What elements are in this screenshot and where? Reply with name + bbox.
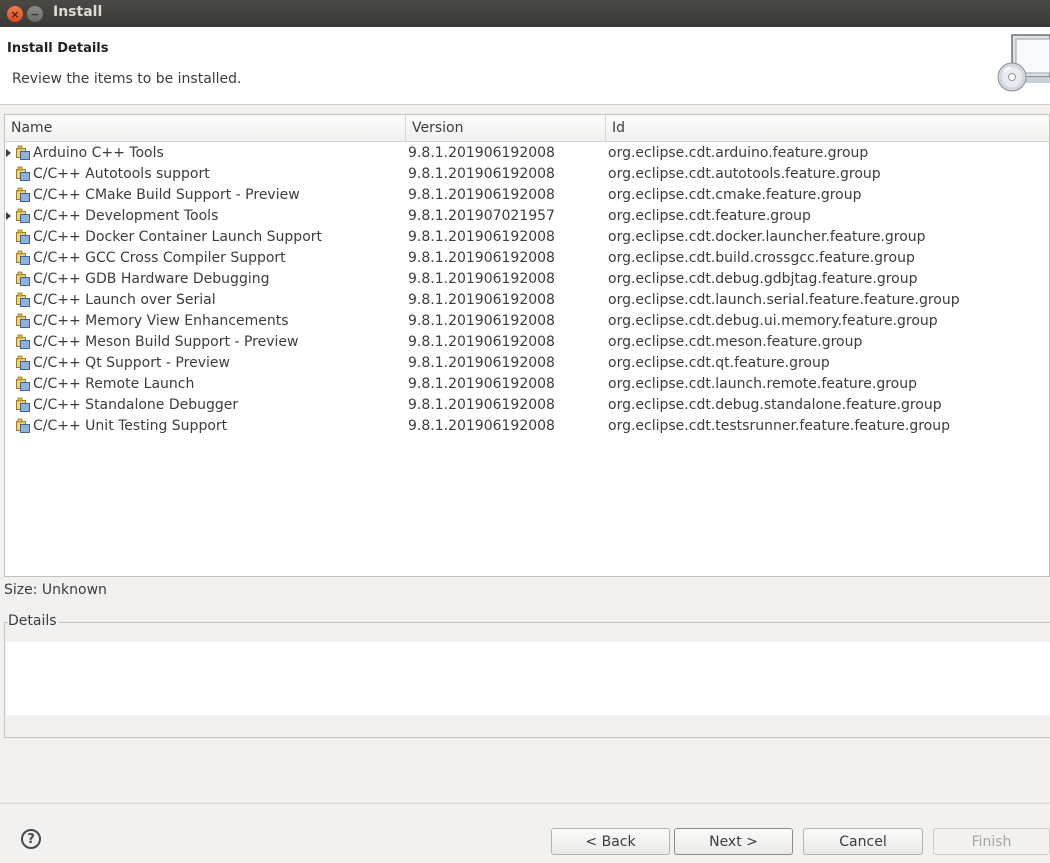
feature-plugin-icon [16,334,30,349]
table-row[interactable]: C/C++ Standalone Debugger 9.8.1.201906192… [5,395,1049,416]
row-version: 9.8.1.201906192008 [408,166,555,182]
row-name: C/C++ GCC Cross Compiler Support [33,250,286,266]
header-banner: Install Details Review the items to be i… [0,27,1050,105]
row-version: 9.8.1.201906192008 [408,376,555,392]
help-icon[interactable]: ? [21,829,41,849]
row-name: C/C++ Development Tools [33,208,219,224]
row-version: 9.8.1.201907021957 [408,208,555,224]
row-version: 9.8.1.201906192008 [408,355,555,371]
row-id: org.eclipse.cdt.autotools.feature.group [608,166,881,182]
row-version: 9.8.1.201906192008 [408,418,555,434]
feature-plugin-icon [16,208,30,223]
row-version: 9.8.1.201906192008 [408,187,555,203]
row-id: org.eclipse.cdt.launch.remote.feature.gr… [608,376,917,392]
table-row[interactable]: C/C++ Memory View Enhancements 9.8.1.2019… [5,311,1049,332]
row-version: 9.8.1.201906192008 [408,250,555,266]
row-name: C/C++ Remote Launch [33,376,195,392]
column-header-id[interactable]: Id [606,115,1050,142]
row-name: C/C++ Standalone Debugger [33,397,239,413]
minimize-window-icon[interactable]: − [27,6,43,22]
table-row[interactable]: C/C++ Meson Build Support - Preview 9.8.1… [5,332,1049,353]
feature-plugin-icon [16,397,30,412]
table-row[interactable]: C/C++ GDB Hardware Debugging 9.8.1.201906… [5,269,1049,290]
table-row[interactable]: C/C++ CMake Build Support - Preview 9.8.1… [5,185,1049,206]
feature-plugin-icon [16,187,30,202]
column-header-version[interactable]: Version [406,115,606,142]
row-name: C/C++ Launch over Serial [33,292,216,308]
close-window-icon[interactable]: × [7,6,23,22]
column-header-name[interactable]: Name [5,115,406,142]
row-name: C/C++ Docker Container Launch Support [33,229,323,245]
row-id: org.eclipse.cdt.launch.serial.feature.fe… [608,292,960,308]
row-version: 9.8.1.201906192008 [408,229,555,245]
next-button[interactable]: Next > [674,828,793,855]
table-row[interactable]: C/C++ Qt Support - Preview 9.8.1.20190619… [5,353,1049,374]
table-header: Name Version Id [5,115,1049,142]
row-id: org.eclipse.cdt.cmake.feature.group [608,187,862,203]
table-row[interactable]: C/C++ Autotools support 9.8.1.20190619200… [5,164,1049,185]
row-id: org.eclipse.cdt.feature.group [608,208,811,224]
feature-plugin-icon [16,313,30,328]
table-row[interactable]: Arduino C++ Tools 9.8.1.201906192008 org.e… [5,143,1049,164]
window-title: Install [53,4,103,20]
row-name: C/C++ Qt Support - Preview [33,355,230,371]
table-body: Arduino C++ Tools 9.8.1.201906192008 org.e… [5,143,1049,437]
row-id: org.eclipse.cdt.arduino.feature.group [608,145,869,161]
table-row[interactable]: C/C++ GCC Cross Compiler Support 9.8.1.20… [5,248,1049,269]
table-row[interactable]: C/C++ Launch over Serial 9.8.1.2019061920… [5,290,1049,311]
page-description: Review the items to be installed. [12,71,242,87]
expand-arrow-icon[interactable] [6,212,11,220]
row-id: org.eclipse.cdt.build.crossgcc.feature.g… [608,250,915,266]
row-name: Arduino C++ Tools [33,145,164,161]
row-version: 9.8.1.201906192008 [408,292,555,308]
row-id: org.eclipse.cdt.meson.feature.group [608,334,863,350]
row-name: C/C++ Unit Testing Support [33,418,228,434]
back-button[interactable]: < Back [551,828,670,855]
table-row[interactable]: C/C++ Development Tools 9.8.1.20190702195… [5,206,1049,227]
install-items-table[interactable]: Name Version Id Arduino C++ Tools 9.8.1.2… [4,114,1050,577]
row-id: org.eclipse.cdt.debug.ui.memory.feature.… [608,313,938,329]
page-title: Install Details [7,41,109,56]
row-name: C/C++ CMake Build Support - Preview [33,187,300,203]
feature-plugin-icon [16,355,30,370]
row-name: C/C++ Autotools support [33,166,210,182]
size-label: Size: Unknown [4,582,107,598]
details-text-area[interactable] [6,642,1050,715]
details-label: Details [8,613,59,629]
feature-plugin-icon [16,292,30,307]
row-name: C/C++ Memory View Enhancements [33,313,289,329]
row-version: 9.8.1.201906192008 [408,313,555,329]
feature-plugin-icon [16,145,30,160]
feature-plugin-icon [16,250,30,265]
row-name: C/C++ GDB Hardware Debugging [33,271,270,287]
feature-plugin-icon [16,271,30,286]
feature-plugin-icon [16,166,30,181]
row-version: 9.8.1.201906192008 [408,271,555,287]
table-row[interactable]: C/C++ Unit Testing Support 9.8.1.20190619… [5,416,1049,437]
window-titlebar: × − Install [0,0,1050,27]
row-version: 9.8.1.201906192008 [408,334,555,350]
row-id: org.eclipse.cdt.qt.feature.group [608,355,830,371]
feature-plugin-icon [16,418,30,433]
cancel-button[interactable]: Cancel [803,828,923,855]
expand-arrow-icon[interactable] [6,149,11,157]
install-cd-computer-icon [997,34,1050,92]
row-id: org.eclipse.cdt.debug.standalone.feature… [608,397,942,413]
row-id: org.eclipse.cdt.debug.gdbjtag.feature.gr… [608,271,918,287]
row-version: 9.8.1.201906192008 [408,397,555,413]
row-name: C/C++ Meson Build Support - Preview [33,334,299,350]
row-id: org.eclipse.cdt.docker.launcher.feature.… [608,229,926,245]
footer-separator [0,803,1050,804]
feature-plugin-icon [16,376,30,391]
finish-button: Finish [933,828,1050,855]
table-row[interactable]: C/C++ Docker Container Launch Support 9.8… [5,227,1049,248]
feature-plugin-icon [16,229,30,244]
row-id: org.eclipse.cdt.testsrunner.feature.feat… [608,418,951,434]
row-version: 9.8.1.201906192008 [408,145,555,161]
table-row[interactable]: C/C++ Remote Launch 9.8.1.201906192008 org… [5,374,1049,395]
